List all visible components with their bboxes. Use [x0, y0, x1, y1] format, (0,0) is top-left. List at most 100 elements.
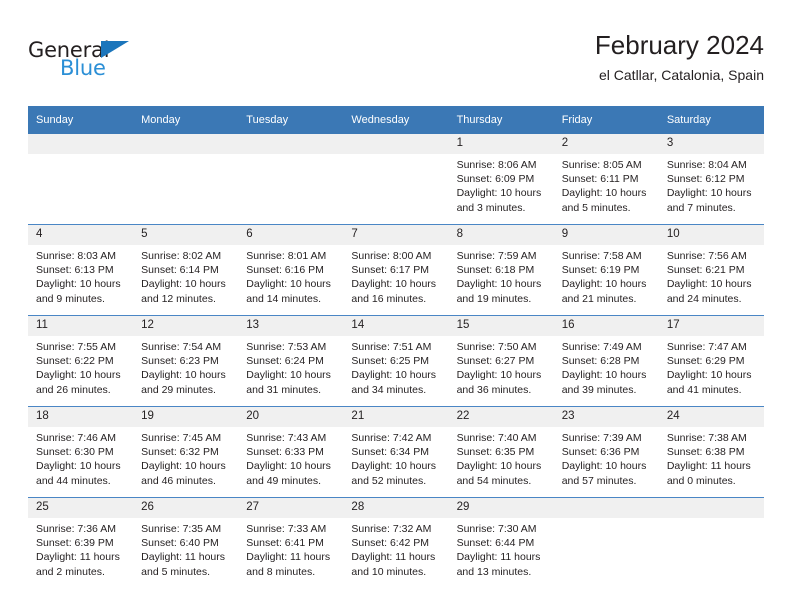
day-cell[interactable]: 1 Sunrise: 8:06 AM Sunset: 6:09 PM Daylight…: [448, 134, 554, 225]
day-cell[interactable]: 18 Sunrise: 7:46 AM Sunset: 6:30 PM Dayligh…: [28, 406, 134, 498]
daylight-text: Daylight: 10 hours and 21 minutes.: [561, 278, 647, 305]
sunset-text: Sunset: 6:35 PM: [456, 446, 535, 459]
sunrise-text: Sunrise: 7:40 AM: [456, 432, 537, 444]
day-number: 3: [658, 134, 764, 154]
sunrise-text: Sunrise: 8:05 AM: [561, 159, 642, 171]
sunset-text: Sunset: 6:17 PM: [351, 264, 430, 277]
day-cell[interactable]: 8 Sunrise: 7:59 AM Sunset: 6:18 PM Daylight…: [448, 224, 554, 316]
day-cell[interactable]: 25 Sunrise: 7:36 AM Sunset: 6:39 PM Dayligh…: [28, 497, 134, 588]
day-info: Sunrise: 7:54 AM Sunset: 6:23 PM Daylight:…: [133, 336, 238, 397]
day-cell[interactable]: 6 Sunrise: 8:01 AM Sunset: 6:16 PM Daylight…: [238, 224, 344, 316]
day-number: 5: [133, 225, 239, 245]
daylight-text: Daylight: 10 hours and 41 minutes.: [666, 369, 752, 396]
daylight-text: Daylight: 10 hours and 54 minutes.: [456, 460, 542, 487]
day-number: 26: [133, 498, 239, 518]
day-cell[interactable]: 24 Sunrise: 7:38 AM Sunset: 6:38 PM Dayligh…: [658, 406, 764, 498]
day-cell[interactable]: 7 Sunrise: 8:00 AM Sunset: 6:17 PM Daylight…: [343, 224, 449, 316]
week-row: 18 Sunrise: 7:46 AM Sunset: 6:30 PM Dayligh…: [28, 406, 764, 498]
day-number: 6: [238, 225, 344, 245]
day-info: Sunrise: 7:45 AM Sunset: 6:32 PM Daylight:…: [133, 427, 238, 488]
day-cell[interactable]: 21 Sunrise: 7:42 AM Sunset: 6:34 PM Dayligh…: [343, 406, 449, 498]
daylight-text: Daylight: 10 hours and 19 minutes.: [456, 278, 542, 305]
day-info: Sunrise: 7:59 AM Sunset: 6:18 PM Daylight:…: [449, 245, 554, 306]
day-info: Sunrise: 8:02 AM Sunset: 6:14 PM Daylight:…: [133, 245, 238, 306]
day-cell[interactable]: 29 Sunrise: 7:30 AM Sunset: 6:44 PM Dayligh…: [448, 497, 554, 588]
daylight-text: Daylight: 11 hours and 13 minutes.: [456, 551, 541, 578]
day-cell[interactable]: 9 Sunrise: 7:58 AM Sunset: 6:19 PM Daylight…: [553, 224, 659, 316]
day-cell[interactable]: 27 Sunrise: 7:33 AM Sunset: 6:41 PM Dayligh…: [238, 497, 344, 588]
day-cell[interactable]: 2 Sunrise: 8:05 AM Sunset: 6:11 PM Daylight…: [553, 134, 659, 225]
sunset-text: Sunset: 6:42 PM: [351, 537, 430, 550]
day-info: Sunrise: 7:53 AM Sunset: 6:24 PM Daylight:…: [238, 336, 343, 397]
day-number: 29: [448, 498, 554, 518]
sunset-text: Sunset: 6:38 PM: [666, 446, 745, 459]
sunrise-text: Sunrise: 7:35 AM: [141, 523, 222, 535]
day-cell[interactable]: 20 Sunrise: 7:43 AM Sunset: 6:33 PM Dayligh…: [238, 406, 344, 498]
sunrise-text: Sunrise: 7:30 AM: [456, 523, 537, 535]
day-cell[interactable]: 22 Sunrise: 7:40 AM Sunset: 6:35 PM Dayligh…: [448, 406, 554, 498]
weekday-header-thursday: Thursday: [448, 106, 554, 134]
day-info: Sunrise: 8:01 AM Sunset: 6:16 PM Daylight:…: [238, 245, 343, 306]
week-row: 11 Sunrise: 7:55 AM Sunset: 6:22 PM Dayligh…: [28, 315, 764, 407]
sunrise-text: Sunrise: 7:59 AM: [456, 250, 537, 262]
day-info: Sunrise: 7:46 AM Sunset: 6:30 PM Daylight:…: [28, 427, 133, 488]
calendar-header-row: Sunday Monday Tuesday Wednesday Thursday Frid…: [28, 106, 764, 134]
day-cell[interactable]: 13 Sunrise: 7:53 AM Sunset: 6:24 PM Dayligh…: [238, 315, 344, 407]
sunset-text: Sunset: 6:21 PM: [666, 264, 745, 277]
day-cell[interactable]: 12 Sunrise: 7:54 AM Sunset: 6:23 PM Dayligh…: [133, 315, 239, 407]
sunset-text: Sunset: 6:24 PM: [246, 355, 324, 368]
day-cell[interactable]: 14 Sunrise: 7:51 AM Sunset: 6:25 PM Dayligh…: [343, 315, 449, 407]
day-info: Sunrise: 7:32 AM Sunset: 6:42 PM Daylight:…: [343, 518, 448, 579]
sunset-text: Sunset: 6:09 PM: [456, 173, 535, 186]
sunset-text: Sunset: 6:18 PM: [456, 264, 535, 277]
sunrise-text: Sunrise: 7:42 AM: [351, 432, 432, 444]
day-info: Sunrise: 8:03 AM Sunset: 6:13 PM Daylight:…: [28, 245, 133, 306]
week-row: 25 Sunrise: 7:36 AM Sunset: 6:39 PM Dayligh…: [28, 497, 764, 588]
day-number: [658, 498, 764, 518]
day-cell[interactable]: 17 Sunrise: 7:47 AM Sunset: 6:29 PM Dayligh…: [658, 315, 764, 407]
sunrise-text: Sunrise: 7:32 AM: [351, 523, 432, 535]
day-info: Sunrise: 7:40 AM Sunset: 6:35 PM Daylight:…: [449, 427, 554, 488]
sunrise-text: Sunrise: 8:00 AM: [351, 250, 432, 262]
day-number: 2: [553, 134, 659, 154]
sunset-text: Sunset: 6:13 PM: [36, 264, 114, 277]
day-cell[interactable]: 4 Sunrise: 8:03 AM Sunset: 6:13 PM Daylight…: [28, 224, 134, 316]
day-cell[interactable]: 16 Sunrise: 7:49 AM Sunset: 6:28 PM Dayligh…: [553, 315, 659, 407]
day-cell[interactable]: 19 Sunrise: 7:45 AM Sunset: 6:32 PM Dayligh…: [133, 406, 239, 498]
day-number: 4: [28, 225, 134, 245]
day-info: Sunrise: 7:36 AM Sunset: 6:39 PM Daylight:…: [28, 518, 133, 579]
day-cell[interactable]: 5 Sunrise: 8:02 AM Sunset: 6:14 PM Daylight…: [133, 224, 239, 316]
sunrise-text: Sunrise: 8:06 AM: [456, 159, 537, 171]
daylight-text: Daylight: 10 hours and 39 minutes.: [561, 369, 647, 396]
sunset-text: Sunset: 6:40 PM: [141, 537, 219, 550]
sunrise-text: Sunrise: 7:56 AM: [666, 250, 747, 262]
day-cell[interactable]: 11 Sunrise: 7:55 AM Sunset: 6:22 PM Dayligh…: [28, 315, 134, 407]
logo-text-blue: Blue: [60, 56, 106, 80]
day-info: Sunrise: 7:35 AM Sunset: 6:40 PM Daylight:…: [133, 518, 238, 579]
page-header: General Blue February 2024 el Catllar, C…: [28, 28, 764, 98]
day-cell[interactable]: 15 Sunrise: 7:50 AM Sunset: 6:27 PM Dayligh…: [448, 315, 554, 407]
day-number: 7: [343, 225, 449, 245]
title-block: February 2024 el Catllar, Catalonia, Spa…: [595, 28, 764, 86]
weekday-header: Sunday Monday Tuesday Wednesday Thursday Frid…: [28, 106, 764, 134]
day-cell[interactable]: 23 Sunrise: 7:39 AM Sunset: 6:36 PM Dayligh…: [553, 406, 659, 498]
day-info: Sunrise: 7:50 AM Sunset: 6:27 PM Daylight:…: [449, 336, 554, 397]
day-cell[interactable]: 26 Sunrise: 7:35 AM Sunset: 6:40 PM Dayligh…: [133, 497, 239, 588]
generalblue-logo[interactable]: General Blue: [28, 38, 158, 86]
daylight-text: Daylight: 10 hours and 5 minutes.: [561, 187, 647, 214]
day-cell-empty: [133, 134, 239, 225]
day-number: 18: [28, 407, 134, 427]
day-cell[interactable]: 28 Sunrise: 7:32 AM Sunset: 6:42 PM Dayligh…: [343, 497, 449, 588]
daylight-text: Daylight: 10 hours and 3 minutes.: [456, 187, 542, 214]
weekday-header-saturday: Saturday: [658, 106, 764, 134]
weekday-header-friday: Friday: [553, 106, 659, 134]
sunrise-text: Sunrise: 7:47 AM: [666, 341, 747, 353]
daylight-text: Daylight: 10 hours and 14 minutes.: [246, 278, 331, 305]
day-number: 15: [448, 316, 554, 336]
day-cell[interactable]: 3 Sunrise: 8:04 AM Sunset: 6:12 PM Daylight…: [658, 134, 764, 225]
sunrise-text: Sunrise: 8:04 AM: [666, 159, 747, 171]
day-number: 27: [238, 498, 344, 518]
day-number: 8: [448, 225, 554, 245]
day-cell[interactable]: 10 Sunrise: 7:56 AM Sunset: 6:21 PM Dayligh…: [658, 224, 764, 316]
daylight-text: Daylight: 10 hours and 9 minutes.: [36, 278, 121, 305]
